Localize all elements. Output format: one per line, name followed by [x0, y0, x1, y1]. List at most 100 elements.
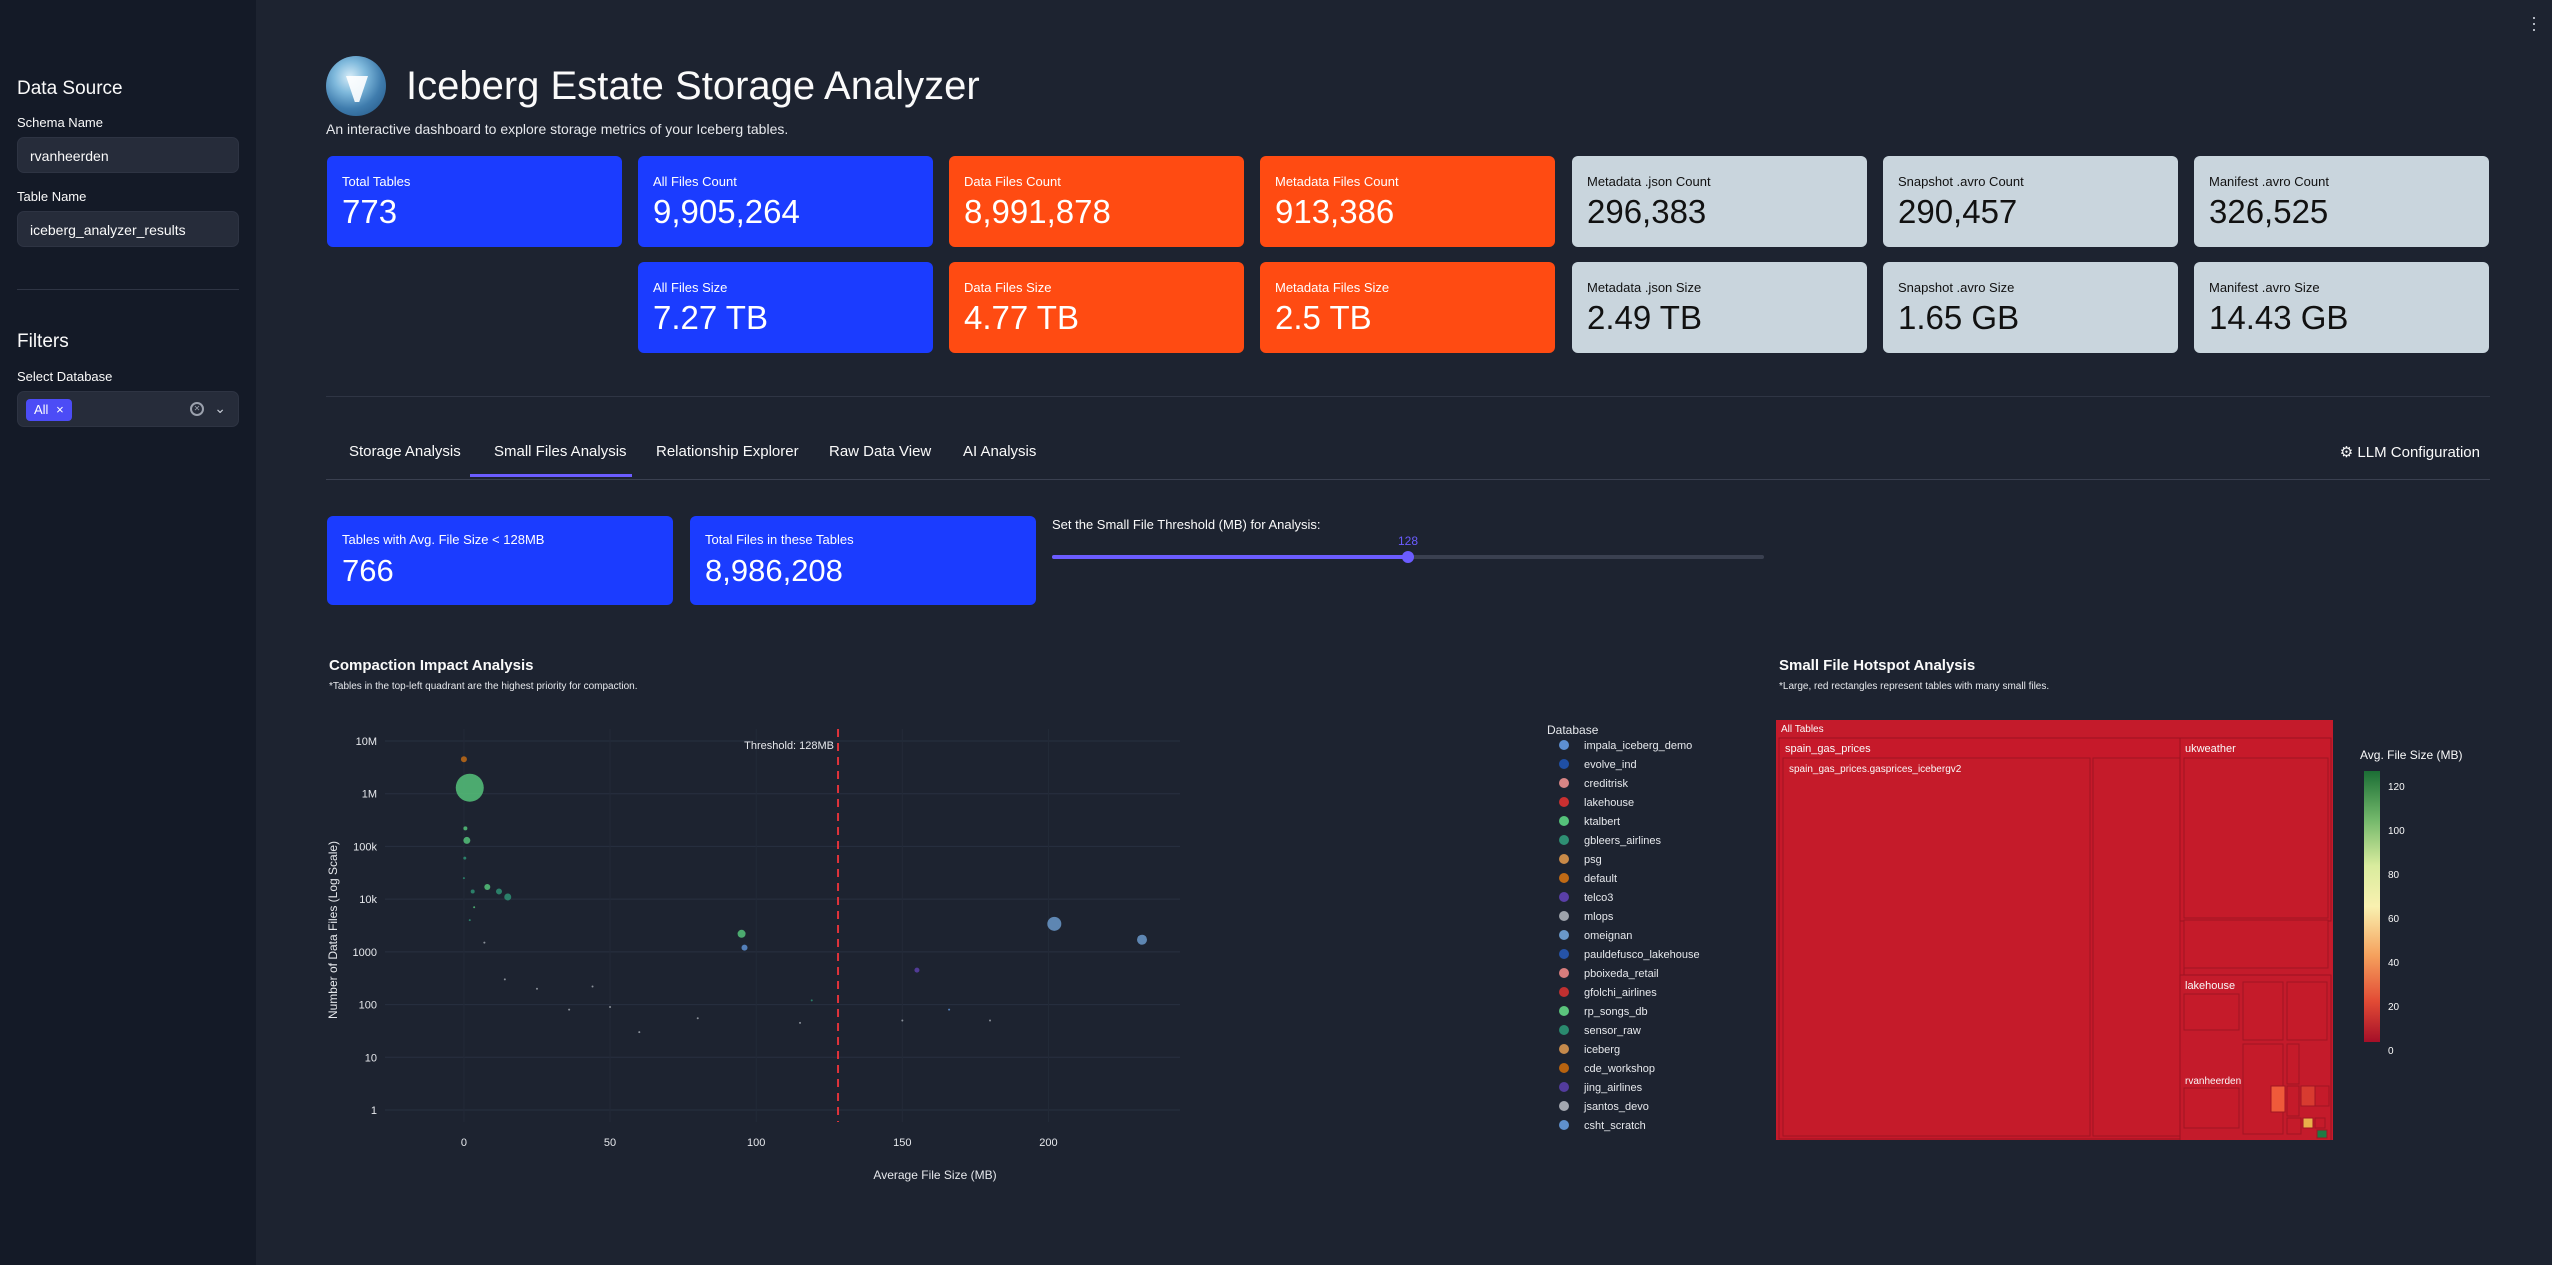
legend-label[interactable]: creditrisk	[1584, 778, 1629, 790]
schema-name-input[interactable]: rvanheerden	[17, 137, 239, 173]
tab-storage-analysis[interactable]: Storage Analysis	[349, 443, 461, 460]
data-point[interactable]	[989, 1019, 992, 1022]
data-point[interactable]	[495, 888, 502, 895]
legend-marker[interactable]	[1559, 835, 1569, 845]
data-point[interactable]	[535, 987, 538, 990]
data-point[interactable]	[460, 756, 467, 763]
legend-label[interactable]: evolve_ind	[1584, 759, 1637, 771]
legend-marker[interactable]	[1559, 816, 1569, 826]
data-point[interactable]	[473, 906, 476, 909]
data-point[interactable]	[462, 877, 465, 880]
small-file-treemap[interactable]: All Tables spain_gas_prices spain_gas_pr…	[1776, 720, 2476, 1140]
compaction-scatter-chart[interactable]: 10M 1M 100k 10k 1000 100 10 1 0 50 100 150 200 Thre…	[320, 715, 1760, 1190]
data-point[interactable]	[483, 941, 486, 944]
data-point[interactable]	[463, 856, 467, 860]
treemap-lakehouse-table[interactable]	[2183, 993, 2240, 1031]
data-point[interactable]	[470, 889, 475, 894]
legend-label[interactable]: impala_iceberg_demo	[1584, 740, 1692, 752]
treemap-tile[interactable]	[2286, 1117, 2302, 1135]
legend-marker[interactable]	[1559, 930, 1569, 940]
legend-label[interactable]: pauldefusco_lakehouse	[1584, 949, 1700, 961]
legend-marker[interactable]	[1559, 1044, 1569, 1054]
tab-ai-analysis[interactable]: AI Analysis	[963, 443, 1036, 460]
data-point[interactable]	[737, 929, 746, 938]
data-point[interactable]	[463, 836, 471, 844]
data-point[interactable]	[901, 1019, 904, 1022]
legend-label[interactable]: jing_airlines	[1583, 1082, 1643, 1094]
legend-label[interactable]: omeignan	[1584, 930, 1632, 942]
legend-label[interactable]: iceberg	[1584, 1044, 1620, 1056]
legend-marker[interactable]	[1559, 987, 1569, 997]
legend-label[interactable]: mlops	[1584, 911, 1614, 923]
legend-label[interactable]: telco3	[1584, 892, 1613, 904]
data-point[interactable]	[503, 978, 506, 981]
legend-label[interactable]: gfolchi_airlines	[1584, 987, 1657, 999]
legend[interactable]: impala_iceberg_demo evolve_ind creditrisk l…	[1559, 740, 1700, 1132]
legend-label[interactable]: pboixeda_retail	[1584, 968, 1659, 980]
data-point[interactable]	[504, 893, 512, 901]
tab-relationship-explorer[interactable]: Relationship Explorer	[656, 443, 799, 460]
legend-label[interactable]: ktalbert	[1584, 816, 1620, 828]
treemap-ukweather-table[interactable]	[2183, 757, 2329, 919]
data-point[interactable]	[741, 944, 748, 951]
legend-label[interactable]: cde_workshop	[1584, 1063, 1655, 1075]
legend-marker[interactable]	[1559, 854, 1569, 864]
legend-marker[interactable]	[1559, 892, 1569, 902]
tab-small-files-analysis[interactable]: Small Files Analysis	[494, 443, 627, 460]
treemap-tile[interactable]	[2286, 1043, 2300, 1085]
treemap-tile[interactable]	[2302, 1117, 2314, 1129]
treemap-tile[interactable]	[2286, 1085, 2300, 1117]
tab-raw-data-view[interactable]: Raw Data View	[829, 443, 931, 460]
legend-marker[interactable]	[1559, 873, 1569, 883]
data-point[interactable]	[948, 1008, 951, 1011]
data-points[interactable]	[455, 756, 1148, 1034]
data-point[interactable]	[455, 773, 484, 802]
data-point[interactable]	[810, 999, 813, 1002]
legend-marker[interactable]	[1559, 759, 1569, 769]
data-point[interactable]	[484, 883, 491, 890]
data-point[interactable]	[1047, 916, 1062, 931]
legend-marker[interactable]	[1559, 1120, 1569, 1130]
legend-marker[interactable]	[1559, 1006, 1569, 1016]
data-point[interactable]	[568, 1008, 571, 1011]
treemap-rvanheerden-table[interactable]	[2183, 1087, 2240, 1129]
legend-marker[interactable]	[1559, 1101, 1569, 1111]
legend-label[interactable]: lakehouse	[1584, 797, 1634, 809]
threshold-slider-handle[interactable]	[1402, 551, 1414, 563]
database-multiselect[interactable]: All × ✕ ⌄	[17, 391, 239, 427]
treemap-tile[interactable]	[2286, 981, 2328, 1041]
database-chip-all[interactable]: All ×	[26, 399, 72, 421]
data-point[interactable]	[638, 1031, 641, 1034]
legend-marker[interactable]	[1559, 778, 1569, 788]
legend-marker[interactable]	[1559, 949, 1569, 959]
treemap-tile[interactable]	[2242, 981, 2284, 1041]
chip-remove-icon[interactable]: ×	[56, 402, 64, 417]
legend-label[interactable]: psg	[1584, 854, 1602, 866]
treemap-ukweather-table-2[interactable]	[2183, 919, 2329, 969]
main-menu-icon[interactable]: · · ·	[2530, 8, 2538, 38]
treemap-tile[interactable]	[2314, 1117, 2326, 1129]
data-point[interactable]	[463, 826, 468, 831]
treemap-tile[interactable]	[2316, 1129, 2328, 1139]
data-point[interactable]	[799, 1021, 802, 1024]
treemap-tile[interactable]	[2300, 1085, 2316, 1107]
treemap-tile[interactable]	[2314, 1085, 2330, 1107]
legend-label[interactable]: csht_scratch	[1584, 1120, 1646, 1132]
legend-label[interactable]: jsantos_devo	[1583, 1101, 1649, 1113]
data-point[interactable]	[591, 985, 594, 988]
data-point[interactable]	[468, 919, 471, 922]
data-point[interactable]	[914, 967, 920, 973]
clear-selection-icon[interactable]: ✕	[190, 402, 204, 416]
treemap-gasprices-icebergv2[interactable]	[1782, 757, 2091, 1137]
treemap-tile[interactable]	[2270, 1085, 2286, 1113]
legend-marker[interactable]	[1559, 968, 1569, 978]
legend-marker[interactable]	[1559, 911, 1569, 921]
data-point[interactable]	[696, 1017, 699, 1020]
legend-marker[interactable]	[1559, 1063, 1569, 1073]
llm-configuration-button[interactable]: ⚙ LLM Configuration	[2340, 443, 2480, 461]
legend-label[interactable]: default	[1584, 873, 1617, 885]
legend-marker[interactable]	[1559, 740, 1569, 750]
data-point[interactable]	[1137, 934, 1148, 945]
legend-label[interactable]: sensor_raw	[1584, 1025, 1641, 1037]
data-point[interactable]	[609, 1005, 612, 1008]
